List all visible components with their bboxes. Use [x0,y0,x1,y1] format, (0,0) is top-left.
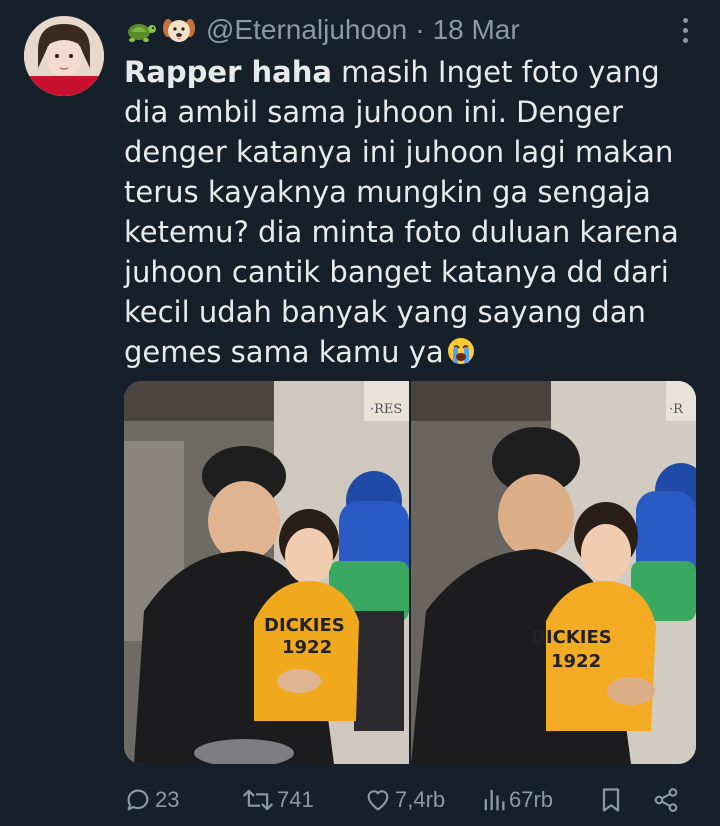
photo-left[interactable]: ·RES DICKIES 1922 [124,381,409,764]
tweet-date[interactable]: 18 Mar [433,14,520,46]
tweet-text: Rapper haha masih Inget foto yang dia am… [124,52,704,372]
retweet-icon [242,786,274,814]
bookmark-button[interactable] [598,782,624,818]
tweet-text-body: masih Inget foto yang dia ambil sama juh… [124,55,679,369]
reply-count: 23 [155,787,180,812]
hoodie-text-right: DICKIES [531,627,612,648]
sign-text: ·RES [370,402,402,417]
hoodie-year: 1922 [282,637,332,658]
reply-button[interactable]: 23 [124,782,179,818]
author-handle[interactable]: @Eternaljuhoon [206,14,407,46]
like-button[interactable]: 7,4rb [364,782,445,818]
retweet-button[interactable]: 741 [242,782,314,818]
photo-right[interactable]: ·R DICKIES 1922 [411,381,696,764]
views-count: 67rb [509,787,554,812]
bookmark-icon [598,786,624,814]
heart-icon [364,786,392,814]
avatar-image [24,16,104,96]
action-bar: 23 741 7,4rb 67rb [124,782,696,818]
header-separator: · [415,14,425,45]
reply-icon [124,786,152,814]
media-grid[interactable]: ·RES DICKIES 1922 ·R DICKIES 1922 [124,381,696,764]
retweet-count: 741 [277,787,314,812]
avatar[interactable] [24,16,104,96]
share-icon [652,786,680,814]
more-options-icon[interactable] [670,14,700,46]
turtle-icon [124,14,158,46]
tweet-text-bold: Rapper haha [124,55,332,89]
hoodie-text: DICKIES [264,615,345,636]
hoodie-year-right: 1922 [551,651,601,672]
sign-text-right: ·R [669,402,684,417]
views-button[interactable]: 67rb [482,782,553,818]
share-button[interactable] [652,782,680,818]
like-count: 7,4rb [395,787,446,812]
tweet-header: @Eternaljuhoon · 18 Mar [124,12,700,48]
dog-face-icon [162,14,196,46]
loudly-crying-face-icon [446,336,476,366]
views-chart-icon [482,786,506,814]
